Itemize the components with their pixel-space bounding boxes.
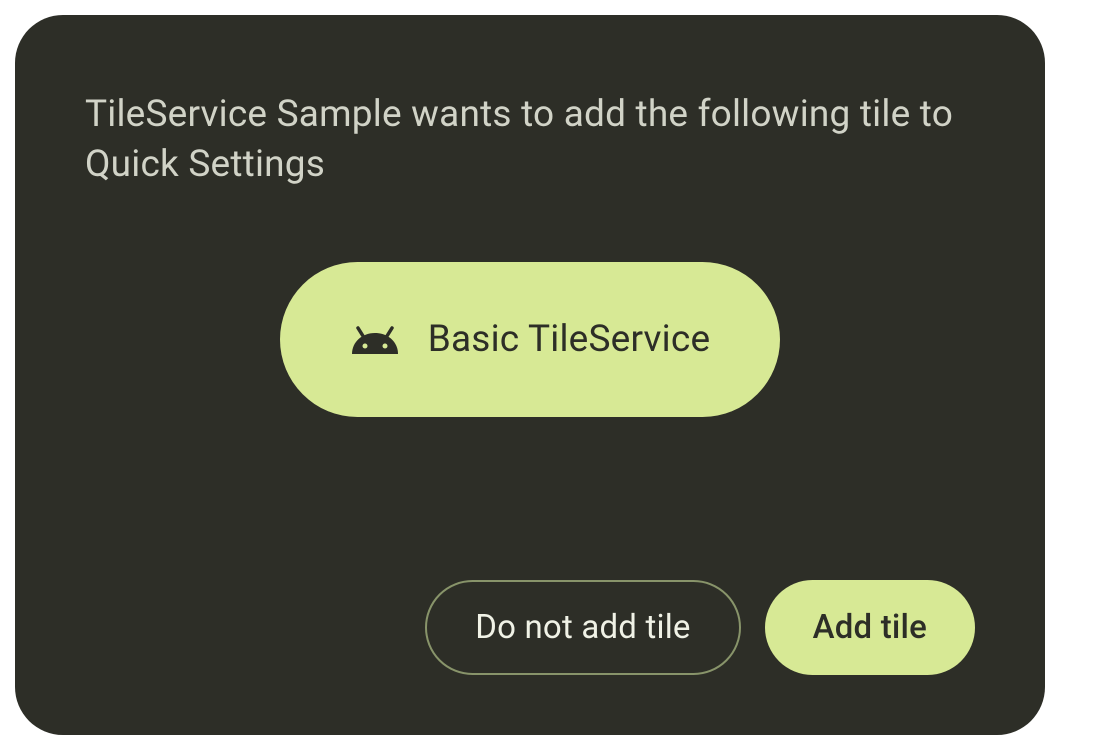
tile-preview: Basic TileService [280,262,781,417]
android-icon [350,322,400,356]
dialog-button-row: Do not add tile Add tile [85,580,975,675]
add-tile-button[interactable]: Add tile [765,580,975,675]
do-not-add-button[interactable]: Do not add tile [425,580,740,675]
dialog-message: TileService Sample wants to add the foll… [85,90,975,190]
add-tile-dialog: TileService Sample wants to add the foll… [15,15,1045,735]
tile-label: Basic TileService [428,318,711,361]
tile-preview-container: Basic TileService [85,262,975,417]
